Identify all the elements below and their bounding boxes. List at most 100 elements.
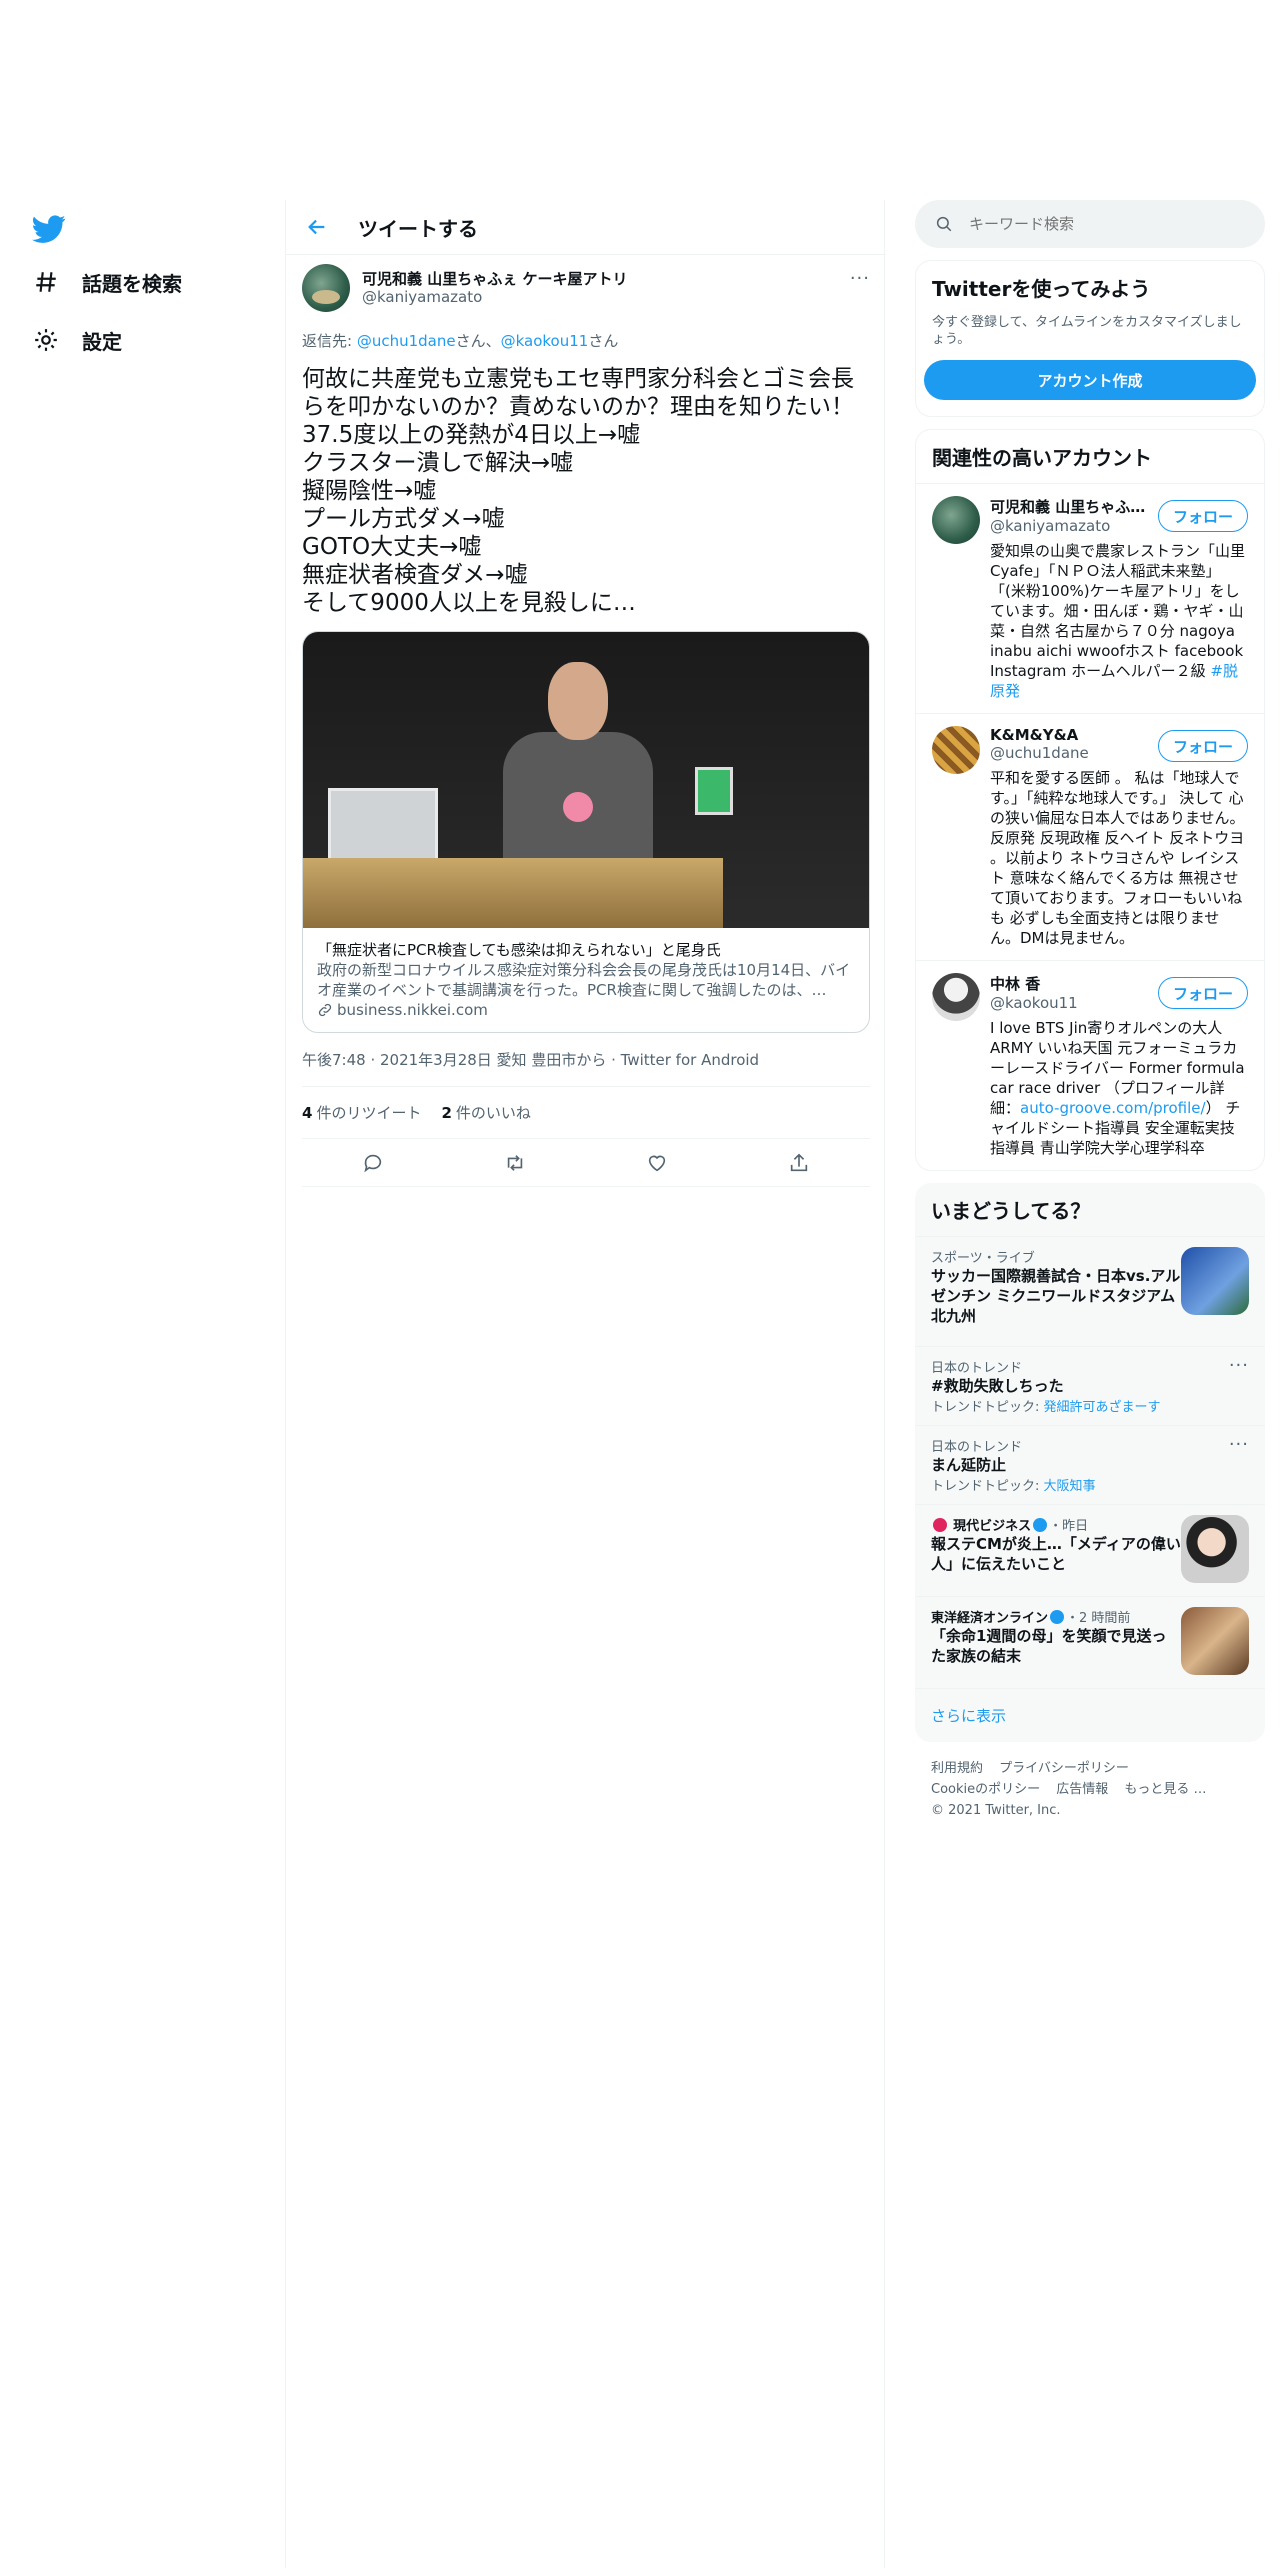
trend-topic-link[interactable]: 大阪知事 <box>1044 1479 1096 1494</box>
trend-title: #救助失敗しちった <box>931 1377 1064 1395</box>
related-title: 関連性の高いアカウント <box>932 446 1152 470</box>
card-domain: business.nikkei.com <box>317 1000 855 1020</box>
more-options-icon[interactable]: ··· <box>1229 1355 1249 1376</box>
retweet-count[interactable]: 4 件のリツイート <box>302 1102 421 1123</box>
footer-more-link[interactable]: もっと見る … <box>1124 1782 1206 1797</box>
like-count-label: 件のいいね <box>455 1104 531 1122</box>
trend-item[interactable]: 現代ビジネス ・昨日 報ステCMが炎上…「メディアの偉い人」に伝えたいこと <box>915 1504 1265 1596</box>
main-header: ツイートする <box>286 200 886 255</box>
reply-user-link[interactable]: @uchu1dane <box>357 332 456 350</box>
nav-settings[interactable]: 設定 <box>32 320 122 360</box>
trend-topic-prefix: トレンドトピック: <box>931 1400 1044 1415</box>
card-description: 政府の新型コロナウイルス感染症対策分科会会長の尾身茂氏は10月14日、バイオ産業… <box>317 961 851 999</box>
card-image <box>303 632 869 928</box>
trend-item[interactable]: 日本のトレンド #救助失敗しちった トレンドトピック: 発細許可あざまーす ··… <box>915 1346 1265 1425</box>
trend-item[interactable]: 東洋経済オンライン ・2 時間前 「余命1週間の母」を笑顔で見送った家族の結末 <box>915 1596 1265 1688</box>
tweet-author: 可児和義 山里ちゃふぇ ケーキ屋アトリ @kaniyamazato ··· <box>302 264 870 326</box>
hashtag-icon <box>32 268 60 296</box>
account-bio: 愛知県の山奥で農家レストラン「山里Cyafe」「ＮＰＯ法人稲武未来塾」「(米粉1… <box>990 541 1248 701</box>
twitter-logo-icon[interactable] <box>32 212 66 246</box>
account-bio-text: 愛知県の山奥で農家レストラン「山里Cyafe」「ＮＰＯ法人稲武未来塾」「(米粉1… <box>990 542 1246 680</box>
account-item[interactable]: 可児和義 山里ちゃふぇ ケーキ屋アトリ @kaniyamazato 愛知県の山奥… <box>916 483 1264 713</box>
footer-terms-link[interactable]: 利用規約 <box>931 1761 983 1776</box>
retweet-count-label: 件のリツイート <box>316 1104 422 1122</box>
reply-user-link[interactable]: @kaokou11 <box>501 332 589 350</box>
reply-to: 返信先: @uchu1daneさん、@kaokou11さん <box>302 330 870 351</box>
reply-san: さん、 <box>455 332 501 350</box>
show-more-link[interactable]: さらに表示 <box>915 1688 1265 1742</box>
footer-copyright: © 2021 Twitter, Inc. <box>931 1803 1061 1818</box>
gear-icon <box>32 326 60 354</box>
search-input[interactable] <box>969 215 1229 233</box>
search-icon <box>935 215 953 233</box>
tweet-actions <box>302 1139 870 1187</box>
avatar[interactable] <box>932 496 980 544</box>
signup-box: Twitterを使ってみよう 今すぐ登録して、タイムラインをカスタマイズしましょ… <box>915 260 1265 417</box>
reply-prefix: 返信先: <box>302 332 357 350</box>
nav-settings-label: 設定 <box>82 329 122 354</box>
trend-title: サッカー国際親善試合・日本vs.アルゼンチン ミクニワールドスタジアム北九州 <box>931 1267 1181 1325</box>
trend-item[interactable]: スポーツ・ライブ サッカー国際親善試合・日本vs.アルゼンチン ミクニワールドス… <box>915 1236 1265 1346</box>
follow-button[interactable]: フォロー <box>1157 500 1248 532</box>
monitor-shape <box>328 788 438 868</box>
follow-button[interactable]: フォロー <box>1157 977 1248 1009</box>
account-bio: 平和を愛する医師 。 私は「地球人です。」「純粋な地球人です。」 決して 心の狭… <box>990 769 1245 947</box>
trend-time: ・昨日 <box>1049 1519 1089 1534</box>
back-arrow-icon[interactable] <box>300 210 334 244</box>
avatar[interactable] <box>932 973 980 1021</box>
search-bar[interactable] <box>915 200 1265 248</box>
like-count-number: 2 <box>441 1104 452 1122</box>
trends-title: いまどうしてる？ <box>931 1199 1091 1223</box>
like-icon[interactable] <box>646 1152 668 1174</box>
share-icon[interactable] <box>788 1152 810 1174</box>
trend-context: 日本のトレンド <box>931 1361 1023 1376</box>
nav-explore-label: 話題を検索 <box>82 271 182 296</box>
avatar[interactable] <box>932 726 980 774</box>
trend-topic: トレンドトピック: 大阪知事 <box>931 1475 1249 1494</box>
main-column: ツイートする 可児和義 山里ちゃふぇ ケーキ屋アトリ @kaniyamazato… <box>285 200 886 2568</box>
more-options-icon[interactable]: ··· <box>850 268 870 289</box>
more-options-icon[interactable]: ··· <box>1229 1434 1249 1455</box>
tweet: 可児和義 山里ちゃふぇ ケーキ屋アトリ @kaniyamazato ··· 返信… <box>286 256 886 1187</box>
account-name[interactable]: 中林 香 <box>990 973 1150 994</box>
card-domain-text: business.nikkei.com <box>337 1001 488 1019</box>
trend-topic: トレンドトピック: 発細許可あざまーす <box>931 1396 1249 1415</box>
verified-icon <box>1033 1518 1048 1532</box>
account-item[interactable]: 中林 香 @kaokou11 I love BTS Jin寄りオルペンの大人AR… <box>916 960 1264 1170</box>
avatar[interactable] <box>302 264 350 312</box>
card-text: 「無症状者にPCR検査しても感染は抑えられない」と尾身氏 政府の新型コロナウイル… <box>303 928 869 1032</box>
author-name[interactable]: 可児和義 山里ちゃふぇ ケーキ屋アトリ <box>362 268 627 289</box>
trend-topic-prefix: トレンドトピック: <box>931 1479 1044 1494</box>
reply-icon[interactable] <box>362 1152 384 1174</box>
trend-source: 現代ビジネス <box>953 1519 1032 1534</box>
page-title: ツイートする <box>358 216 478 241</box>
trend-item[interactable]: 日本のトレンド まん延防止 トレンドトピック: 大阪知事 ··· <box>915 1425 1265 1504</box>
footer-ads-link[interactable]: 広告情報 <box>1056 1782 1108 1797</box>
account-name[interactable]: 可児和義 山里ちゃふぇ ケーキ屋アトリ <box>990 496 1150 517</box>
nav-explore[interactable]: 話題を検索 <box>32 262 182 302</box>
trend-thumbnail <box>1181 1607 1249 1675</box>
tweet-text: 何故に共産党も立憲党もエセ専門家分科会とゴミ会長らを叩かないのか？責めないのか？… <box>302 366 854 616</box>
footer-cookie-link[interactable]: Cookieのポリシー <box>931 1782 1040 1797</box>
tweet-meta: 午後7:48 · 2021年3月28日 愛知 豊田市から · Twitter f… <box>302 1049 870 1087</box>
profile-link[interactable]: auto-groove.com/profile/ <box>1020 1099 1206 1117</box>
account-bio: I love BTS Jin寄りオルペンの大人ARMY いいね天国 元フォーミュ… <box>990 1018 1248 1158</box>
trend-thumbnail <box>1181 1247 1249 1315</box>
footer-privacy-link[interactable]: プライバシーポリシー <box>999 1761 1129 1776</box>
signup-description: 今すぐ登録して、タイムラインをカスタマイズしましょう。 <box>932 315 1242 347</box>
signup-title: Twitterを使ってみよう <box>932 277 1151 301</box>
reply-san: さん <box>588 332 619 350</box>
author-handle[interactable]: @kaniyamazato <box>362 288 482 306</box>
account-name[interactable]: K&M&Y&A <box>990 726 1150 744</box>
like-count[interactable]: 2 件のいいね <box>441 1102 530 1123</box>
account-item[interactable]: K&M&Y&A @uchu1dane 平和を愛する医師 。 私は「地球人です。」… <box>916 713 1264 960</box>
retweet-icon[interactable] <box>504 1152 526 1174</box>
trend-title: まん延防止 <box>931 1456 1007 1474</box>
trend-thumbnail <box>1181 1515 1249 1583</box>
link-card[interactable]: 「無症状者にPCR検査しても感染は抑えられない」と尾身氏 政府の新型コロナウイル… <box>302 631 870 1033</box>
trend-source: 東洋経済オンライン <box>931 1611 1049 1626</box>
link-icon <box>317 1002 333 1018</box>
follow-button[interactable]: フォロー <box>1157 730 1248 762</box>
create-account-button[interactable]: アカウント作成 <box>924 360 1256 400</box>
trend-topic-link[interactable]: 発細許可あざまーす <box>1044 1400 1161 1415</box>
